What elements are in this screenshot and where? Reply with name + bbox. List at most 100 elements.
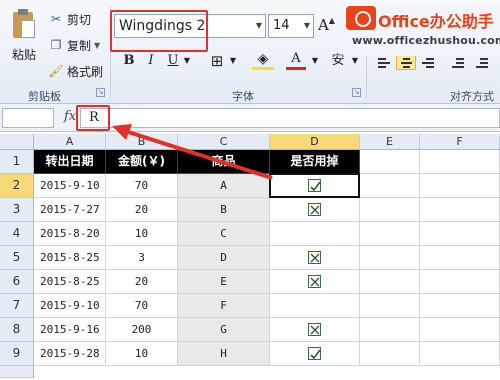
empty-cell[interactable] bbox=[360, 222, 420, 246]
chevron-down-icon[interactable]: ▼ bbox=[94, 41, 100, 50]
header-cell[interactable]: 转出日期 bbox=[34, 150, 106, 174]
italic-button[interactable]: I bbox=[142, 50, 160, 72]
font-size-combobox[interactable]: 14 ▼ bbox=[268, 14, 314, 38]
table-cell-item[interactable]: B bbox=[178, 198, 270, 222]
empty-cell[interactable] bbox=[360, 342, 420, 366]
table-cell-item[interactable]: F bbox=[178, 294, 270, 318]
font-color-icon[interactable]: A bbox=[286, 50, 306, 70]
empty-cell[interactable] bbox=[360, 198, 420, 222]
row-header[interactable]: 3 bbox=[0, 198, 34, 222]
empty-cell[interactable] bbox=[420, 198, 500, 222]
column-header-b[interactable]: B bbox=[106, 134, 178, 150]
paintbrush-icon: 🖌 bbox=[48, 64, 64, 78]
underline-button[interactable]: U bbox=[164, 50, 182, 72]
table-cell-date[interactable]: 2015-8-25 bbox=[34, 246, 106, 270]
chevron-down-icon[interactable]: ▼ bbox=[182, 50, 192, 72]
name-box[interactable] bbox=[2, 108, 54, 128]
table-cell-used[interactable] bbox=[270, 222, 360, 246]
active-cell-border bbox=[269, 173, 360, 198]
column-header-a[interactable]: A bbox=[34, 134, 106, 150]
table-cell-amount[interactable]: 20 bbox=[106, 270, 178, 294]
table-cell-amount[interactable]: 200 bbox=[106, 318, 178, 342]
table-cell-item[interactable]: D bbox=[178, 246, 270, 270]
header-cell[interactable]: 是否用掉 bbox=[270, 150, 360, 174]
formula-input[interactable]: R bbox=[80, 108, 500, 128]
row-header[interactable] bbox=[0, 366, 34, 378]
empty-cell[interactable] bbox=[360, 150, 420, 174]
fill-color-icon[interactable]: ◈ bbox=[252, 50, 274, 70]
table-cell-amount[interactable]: 20 bbox=[106, 198, 178, 222]
table-cell-amount[interactable]: 3 bbox=[106, 246, 178, 270]
font-launcher-icon[interactable]: ↘ bbox=[352, 88, 361, 97]
header-cell[interactable]: 金额(￥) bbox=[106, 150, 178, 174]
table-cell-date[interactable]: 2015-8-25 bbox=[34, 270, 106, 294]
table-cell-used[interactable] bbox=[270, 198, 360, 222]
table-cell-item[interactable]: A bbox=[178, 174, 270, 198]
table-cell-item[interactable]: C bbox=[178, 222, 270, 246]
table-cell-used[interactable] bbox=[270, 246, 360, 270]
clipboard-launcher-icon[interactable]: ↘ bbox=[96, 88, 105, 97]
bold-button[interactable]: B bbox=[120, 50, 138, 72]
copy-button[interactable]: ❐ 复制 ▼ bbox=[48, 36, 101, 54]
chevron-down-icon[interactable]: ▼ bbox=[304, 15, 310, 37]
table-cell-date[interactable]: 2015-9-28 bbox=[34, 342, 106, 366]
table-cell-date[interactable]: 2015-8-20 bbox=[34, 222, 106, 246]
empty-cell[interactable] bbox=[420, 150, 500, 174]
empty-cell[interactable] bbox=[360, 270, 420, 294]
column-header-d[interactable]: D bbox=[270, 134, 360, 150]
select-all-corner[interactable] bbox=[0, 134, 34, 150]
chevron-down-icon[interactable]: ▼ bbox=[310, 50, 320, 72]
table-cell-used[interactable] bbox=[270, 294, 360, 318]
highlight-box-font bbox=[110, 10, 208, 52]
row-header[interactable]: 6 bbox=[0, 270, 34, 294]
empty-cell[interactable] bbox=[420, 222, 500, 246]
cut-button[interactable]: ✂ 剪切 bbox=[48, 10, 91, 28]
empty-cell[interactable] bbox=[360, 294, 420, 318]
empty-cell[interactable] bbox=[420, 294, 500, 318]
format-painter-button[interactable]: 🖌 格式刷 bbox=[48, 62, 103, 80]
chevron-down-icon[interactable]: ▼ bbox=[228, 50, 238, 72]
copy-icon: ❐ bbox=[50, 38, 62, 52]
scissors-icon: ✂ bbox=[50, 12, 62, 26]
empty-cell[interactable] bbox=[420, 174, 500, 198]
table-cell-item[interactable]: E bbox=[178, 270, 270, 294]
table-cell-date[interactable]: 2015-9-16 bbox=[34, 318, 106, 342]
empty-cell[interactable] bbox=[420, 270, 500, 294]
chevron-down-icon[interactable]: ▼ bbox=[256, 15, 262, 37]
empty-cell[interactable] bbox=[360, 246, 420, 270]
alignment-group-label: 对齐方式 bbox=[450, 90, 494, 103]
row-header[interactable]: 7 bbox=[0, 294, 34, 318]
column-header-e[interactable]: E bbox=[360, 134, 420, 150]
format-painter-label: 格式刷 bbox=[67, 64, 104, 79]
empty-cell[interactable] bbox=[360, 318, 420, 342]
table-cell-date[interactable]: 2015-9-10 bbox=[34, 174, 106, 198]
table-cell-used[interactable] bbox=[270, 318, 360, 342]
row-header[interactable]: 9 bbox=[0, 342, 34, 366]
table-cell-used[interactable] bbox=[270, 342, 360, 366]
empty-cell[interactable] bbox=[360, 174, 420, 198]
paste-button[interactable]: 粘贴 bbox=[4, 6, 44, 76]
table-cell-item[interactable]: G bbox=[178, 318, 270, 342]
row-header[interactable]: 8 bbox=[0, 318, 34, 342]
table-cell-date[interactable]: 2015-9-10 bbox=[34, 294, 106, 318]
crossed-box-icon bbox=[308, 274, 321, 288]
table-cell-amount[interactable]: 70 bbox=[106, 174, 178, 198]
empty-cell[interactable] bbox=[420, 246, 500, 270]
table-cell-date[interactable]: 2015-7-27 bbox=[34, 198, 106, 222]
empty-cell[interactable] bbox=[420, 342, 500, 366]
column-header-f[interactable]: F bbox=[420, 134, 500, 150]
fx-icon[interactable]: fx bbox=[64, 109, 76, 124]
table-cell-amount[interactable]: 70 bbox=[106, 294, 178, 318]
header-cell[interactable]: 商品 bbox=[178, 150, 270, 174]
column-header-c[interactable]: C bbox=[178, 134, 270, 150]
table-cell-amount[interactable]: 10 bbox=[106, 342, 178, 366]
table-cell-item[interactable]: H bbox=[178, 342, 270, 366]
row-header[interactable]: 2 bbox=[0, 174, 34, 198]
row-header[interactable]: 5 bbox=[0, 246, 34, 270]
empty-cell[interactable] bbox=[420, 318, 500, 342]
table-cell-amount[interactable]: 10 bbox=[106, 222, 178, 246]
borders-icon[interactable]: ⊞ bbox=[206, 50, 228, 72]
row-header[interactable]: 4 bbox=[0, 222, 34, 246]
row-header[interactable]: 1 bbox=[0, 150, 34, 174]
table-cell-used[interactable] bbox=[270, 270, 360, 294]
